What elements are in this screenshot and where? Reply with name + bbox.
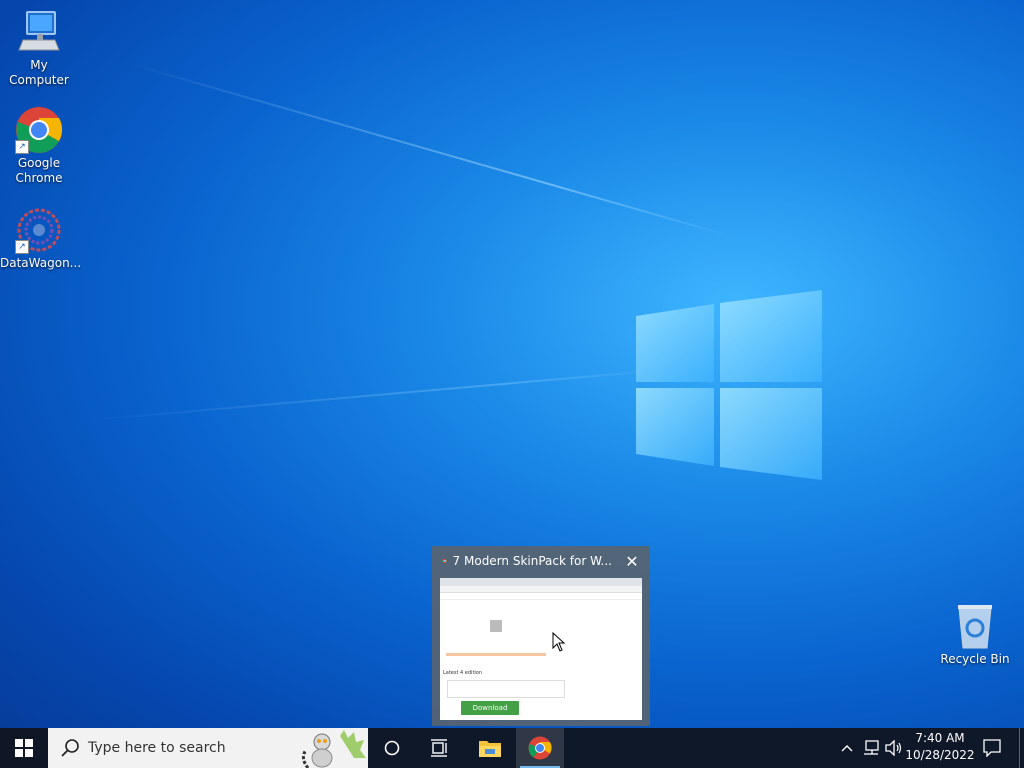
action-center-button[interactable] <box>978 728 1006 768</box>
thumbnail-text-box <box>447 680 565 698</box>
desktop-icon-recycle-bin[interactable]: Recycle Bin <box>936 602 1014 667</box>
folder-icon <box>479 741 501 757</box>
search-placeholder: Type here to search <box>88 740 226 756</box>
thumbnail-page: Latest 4 edition Download <box>440 600 642 720</box>
taskbar-thumbnail-preview[interactable]: 7 Modern SkinPack for W... ✕ Latest 4 ed… <box>432 546 650 726</box>
light-beam <box>80 367 678 422</box>
clock-date: 10/28/2022 <box>905 748 975 762</box>
desktop-icon-my-computer[interactable]: My Computer <box>0 8 78 88</box>
desktop-icon-label: Recycle Bin <box>940 652 1010 666</box>
recycle-bin-icon <box>951 602 999 650</box>
preview-thumbnail-image[interactable]: Latest 4 edition Download <box>440 578 642 720</box>
thumbnail-tabbar <box>440 578 642 586</box>
chrome-taskbar-button[interactable] <box>516 728 564 768</box>
search-highlight-lemur-icon <box>301 730 366 768</box>
windows-logo-wallpaper <box>636 290 822 480</box>
search-icon <box>61 739 79 757</box>
clock-time: 7:40 AM <box>915 731 965 745</box>
taskbar-search-box[interactable]: Type here to search <box>48 728 368 768</box>
preview-title-text: 7 Modern SkinPack for W... <box>452 554 612 568</box>
desktop-icon-datawagon[interactable]: ↗ DataWagon... <box>0 206 82 271</box>
thumbnail-download-button: Download <box>461 701 519 715</box>
task-view-icon <box>431 739 447 757</box>
chevron-up-icon <box>841 745 853 752</box>
thumbnail-section-label: Latest 4 edition <box>443 670 483 676</box>
network-icon <box>864 740 879 755</box>
chrome-icon: ↗ <box>15 106 63 154</box>
close-icon[interactable]: ✕ <box>622 552 642 572</box>
thumbnail-avatar <box>490 620 502 632</box>
cortana-icon <box>384 740 400 756</box>
thumbnail-addressbar <box>440 586 642 593</box>
network-button[interactable] <box>860 728 882 768</box>
chrome-icon <box>442 558 447 564</box>
mouse-cursor-icon <box>552 632 566 652</box>
datawagon-icon: ↗ <box>15 206 63 254</box>
task-view-button[interactable] <box>416 728 464 768</box>
desktop-icon-google-chrome[interactable]: ↗ Google Chrome <box>0 106 78 186</box>
desktop-icon-label: My Computer <box>9 58 69 87</box>
thumbnail-bookmarks <box>440 593 642 600</box>
clock[interactable]: 7:40 AM 10/28/2022 <box>900 730 980 764</box>
desktop-icon-label: DataWagon... <box>0 256 82 270</box>
notification-icon <box>983 739 1001 757</box>
file-explorer-button[interactable] <box>466 728 514 768</box>
chrome-icon <box>528 736 552 760</box>
show-desktop-button[interactable] <box>1019 728 1024 768</box>
shortcut-arrow-icon: ↗ <box>15 240 29 254</box>
thumbnail-link-text <box>446 653 546 656</box>
shortcut-arrow-icon: ↗ <box>15 140 29 154</box>
preview-title: 7 Modern SkinPack for W... <box>442 554 612 568</box>
desktop-icon-label: Google Chrome <box>15 156 63 185</box>
start-button[interactable] <box>0 728 48 768</box>
show-hidden-icons-button[interactable] <box>836 728 858 768</box>
computer-icon <box>15 8 63 56</box>
taskbar: Type here to search 7:40 AM 10/28/2022 <box>0 728 1024 768</box>
windows-start-icon <box>15 739 33 757</box>
cortana-button[interactable] <box>368 728 416 768</box>
light-beam <box>119 60 736 239</box>
